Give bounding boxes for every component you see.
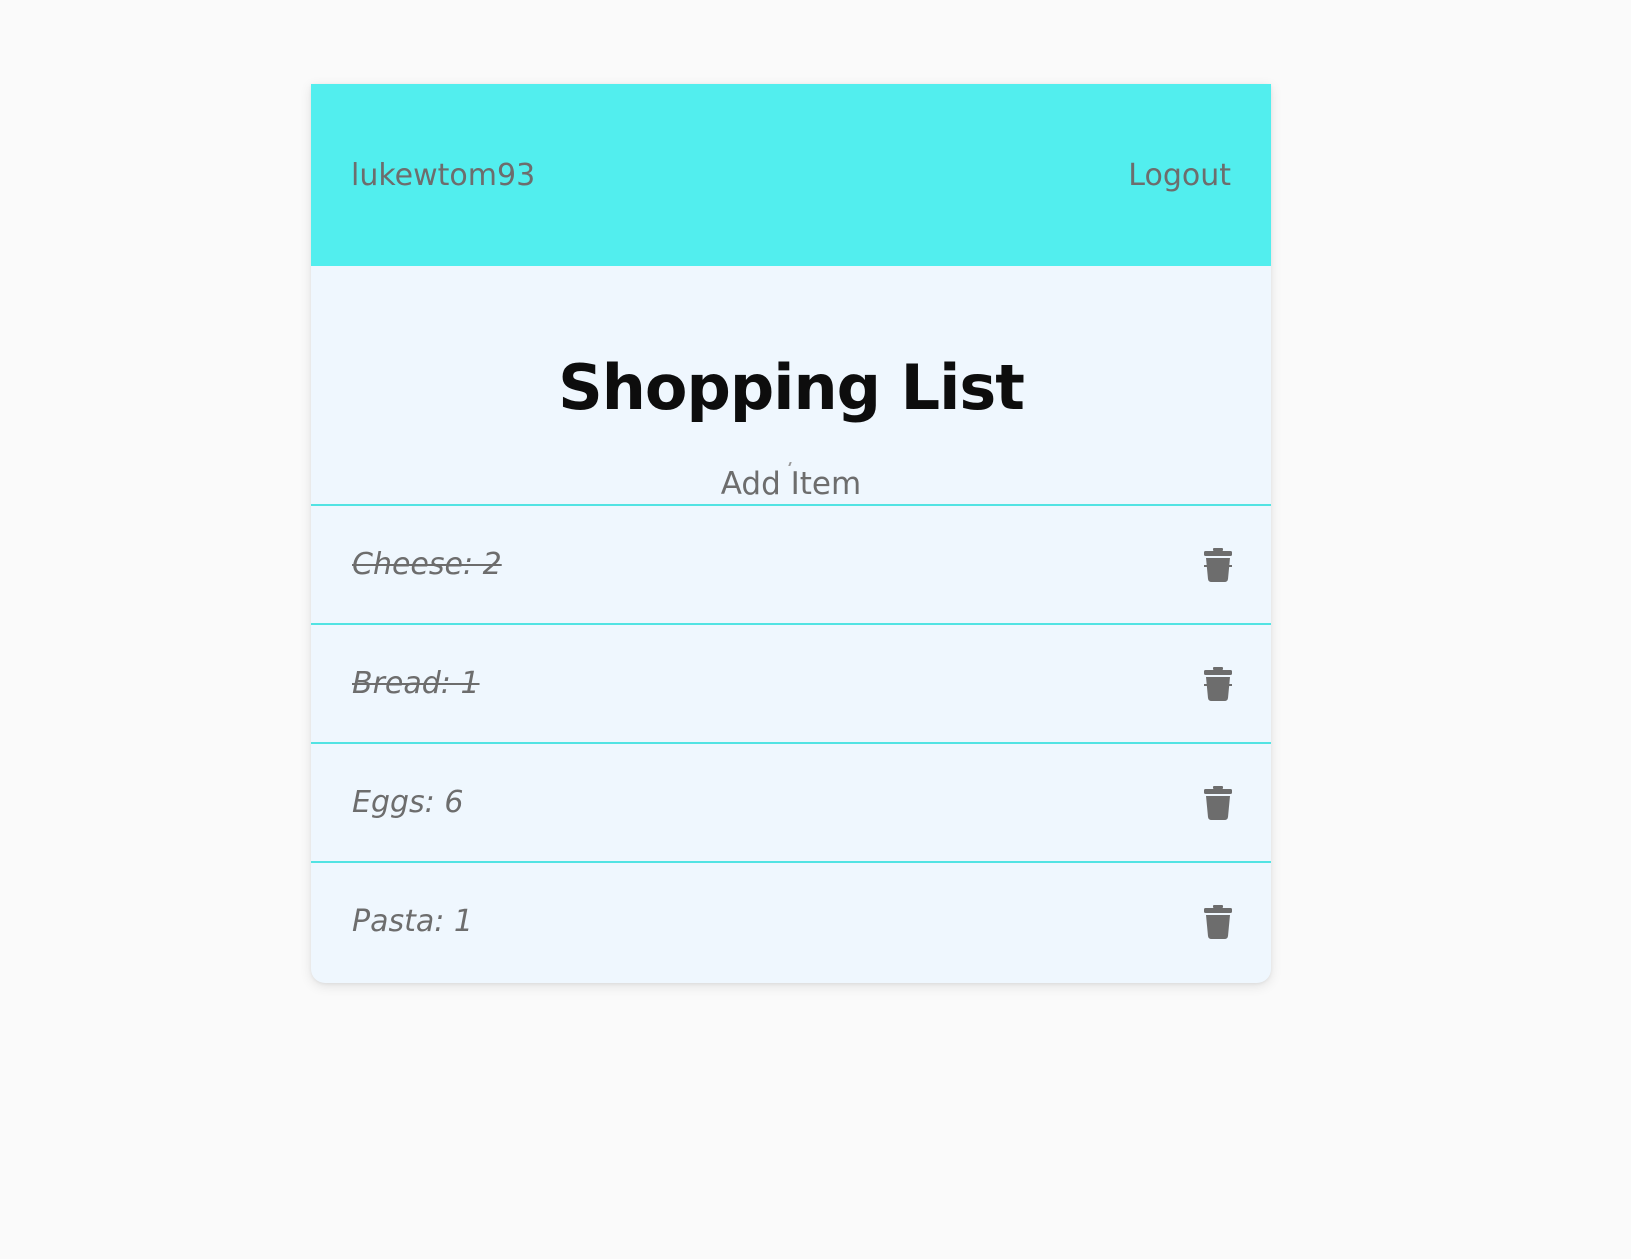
trash-icon[interactable] [1203,547,1233,582]
item-text[interactable]: Cheese: 2 [352,547,502,582]
shopping-list: Cheese: 2 Bread: 1 Eggs: 6 Pasta: 1 [311,504,1271,980]
list-item[interactable]: Pasta: 1 [311,861,1271,980]
list-item[interactable]: Cheese: 2 [311,504,1271,623]
item-text[interactable]: Pasta: 1 [352,904,473,939]
username-label: lukewtom93 [351,157,536,193]
list-item[interactable]: Eggs: 6 [311,742,1271,861]
trash-icon[interactable] [1203,904,1233,939]
title-area: Shopping List Add Item [311,266,1271,504]
logout-link[interactable]: Logout [1128,158,1231,193]
trash-icon[interactable] [1203,785,1233,820]
item-text[interactable]: Bread: 1 [352,666,480,701]
add-item-button[interactable]: Add Item [311,465,1271,503]
page-title: Shopping List [558,351,1025,424]
shopping-list-card: lukewtom93 Logout Shopping List Add Item… [311,84,1271,983]
item-text[interactable]: Eggs: 6 [352,785,463,820]
list-item[interactable]: Bread: 1 [311,623,1271,742]
trash-icon[interactable] [1203,666,1233,701]
app-header: lukewtom93 Logout [311,84,1271,266]
